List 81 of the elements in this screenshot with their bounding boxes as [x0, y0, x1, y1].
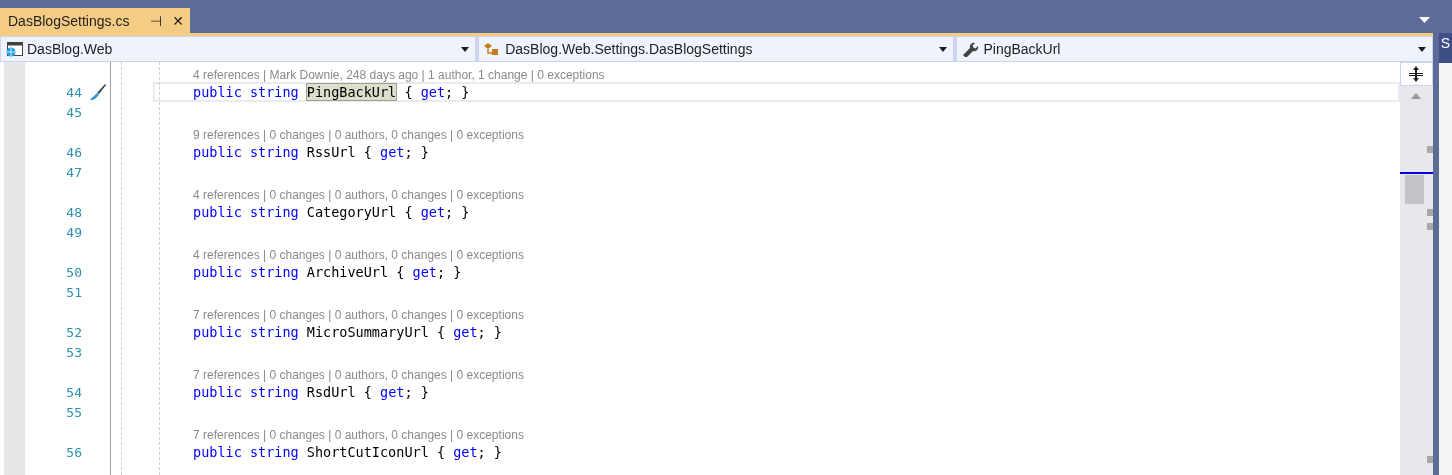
code-punctuation: { [396, 264, 405, 280]
split-handle[interactable] [1399, 62, 1433, 86]
code-keyword: public [193, 384, 242, 400]
code-lens-info[interactable]: 4 references | Mark Downie, 248 days ago | 1 author, 1 change | 0 exceptions [193, 68, 605, 82]
code-identifier: ShortCutIconUrl [306, 444, 429, 460]
code-punctuation: ; } [477, 444, 502, 460]
code-keyword: string [249, 204, 299, 220]
code-punctuation: ; } [436, 264, 462, 280]
code-lens-info[interactable]: 7 references | 0 changes | 0 authors, 0 changes | 0 exceptions [193, 428, 524, 442]
line-number: 45 [66, 104, 82, 120]
code-identifier: RsdUrl [306, 384, 356, 400]
code-identifier: PingBackUrl [306, 84, 397, 100]
tab-list-caret-icon[interactable] [1419, 17, 1430, 23]
code-punctuation: { [363, 384, 372, 400]
dropdown-caret-icon[interactable] [1417, 46, 1426, 52]
navigation-dropdown[interactable]: PingBackUrl [956, 36, 1433, 62]
code-keyword: public [193, 324, 242, 340]
code-lens-info[interactable]: 7 references | 0 changes | 0 authors, 0 changes | 0 exceptions [193, 368, 524, 382]
scroll-thumb[interactable] [1404, 175, 1424, 204]
code-identifier: ArchiveUrl [306, 264, 389, 280]
wrench-icon [961, 41, 980, 57]
code-punctuation: ; } [404, 384, 429, 400]
code-lens-info[interactable]: 4 references | 0 changes | 0 authors, 0 changes | 0 exceptions [193, 248, 524, 262]
code-keyword: public [193, 84, 242, 100]
code-punctuation: { [404, 204, 413, 220]
code-punctuation: { [436, 324, 446, 340]
code-lens-info[interactable]: 9 references | 0 changes | 0 authors, 0 changes | 0 exceptions [193, 128, 524, 142]
code-lens-info[interactable]: 4 references | 0 changes | 0 authors, 0 changes | 0 exceptions [193, 188, 524, 202]
panel-title: S [1438, 33, 1452, 63]
pin-button[interactable]: ⊣ [150, 12, 163, 29]
line-number: 55 [66, 404, 82, 420]
line-number: 44 [66, 84, 82, 100]
dropdown-caret-icon[interactable] [939, 46, 948, 52]
code-keyword: public [193, 144, 242, 160]
code-punctuation: { [436, 444, 446, 460]
line-number: 53 [66, 344, 82, 360]
code-keyword: get [420, 204, 446, 220]
code-keyword: get [453, 444, 478, 460]
code-punctuation: ; } [445, 204, 470, 220]
code-punctuation: ; } [477, 324, 502, 340]
code-keyword: get [412, 264, 437, 280]
web-project-icon [5, 41, 23, 57]
line-number: 50 [66, 264, 82, 280]
code-identifier: RssUrl [306, 144, 356, 160]
code-keyword: public [193, 444, 242, 460]
code-keyword: string [249, 264, 299, 280]
code-punctuation: ; } [404, 144, 429, 160]
document-tab[interactable]: DasBlogSettings.cs ⊣ ✕ [0, 8, 190, 33]
line-number: 46 [66, 144, 82, 160]
code-punctuation: ; } [445, 84, 470, 100]
dropdown-caret-icon[interactable] [461, 46, 470, 52]
code-lens-info[interactable]: 7 references | 0 changes | 0 authors, 0 changes | 0 exceptions [193, 308, 524, 322]
code-keyword: public [193, 264, 242, 280]
code-punctuation: { [404, 84, 413, 100]
code-keyword: string [249, 384, 299, 400]
code-keyword: get [420, 84, 446, 100]
code-keyword: string [249, 144, 299, 160]
code-identifier: CategoryUrl [306, 204, 397, 220]
line-number: 51 [66, 284, 82, 300]
line-number: 54 [66, 384, 82, 400]
paintbrush-icon[interactable] [88, 83, 106, 101]
navigation-dropdown[interactable]: DasBlog.Web.Settings.DasBlogSettings [478, 36, 955, 62]
scroll-mark [1426, 146, 1433, 153]
code-keyword: string [249, 444, 299, 460]
line-number: 49 [66, 224, 82, 240]
line-number: 48 [66, 204, 82, 220]
code-punctuation: { [363, 144, 372, 160]
caret-position-marker [1399, 172, 1433, 174]
code-identifier: MicroSummaryUrl [306, 324, 429, 340]
code-keyword: get [380, 144, 405, 160]
line-number: 47 [66, 164, 82, 180]
code-keyword: string [249, 84, 299, 100]
code-keyword: get [453, 324, 478, 340]
line-number: 56 [66, 444, 82, 460]
scroll-mark [1426, 456, 1433, 463]
code-keyword: public [193, 204, 242, 220]
line-number: 52 [66, 324, 82, 340]
close-button[interactable]: ✕ [172, 12, 184, 29]
navigation-dropdown[interactable]: DasBlog.Web [0, 36, 477, 62]
code-keyword: string [249, 324, 299, 340]
code-keyword: get [380, 384, 405, 400]
